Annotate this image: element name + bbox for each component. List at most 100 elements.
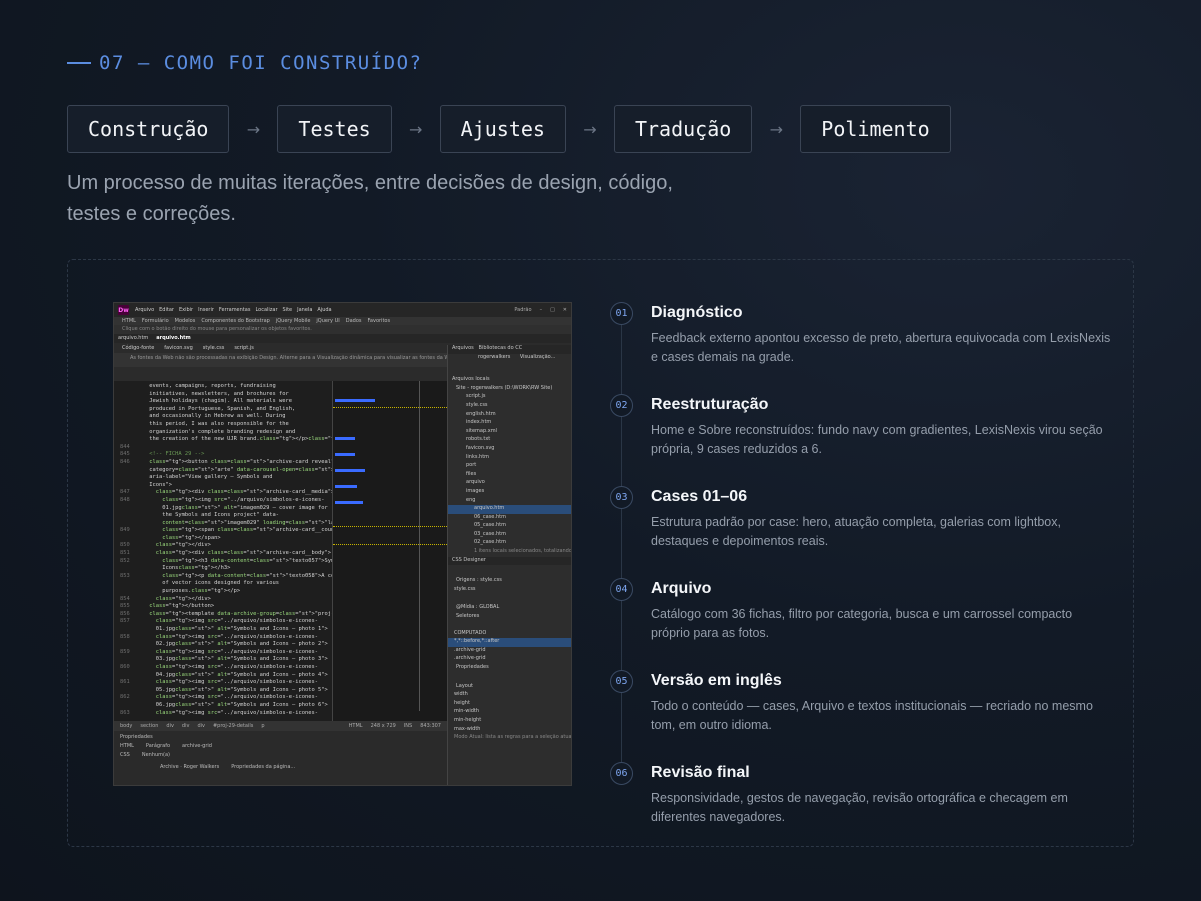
window-controls: Padrão – □ ✕ [514, 307, 567, 313]
intro-text: Um processo de muitas iterações, entre d… [67, 168, 707, 230]
status-size: 248 x 729 [370, 723, 396, 729]
props-format: Parágrafo [145, 743, 171, 749]
css-selectors: Seletores [456, 613, 480, 620]
timeline-description: Catálogo com 36 fichas, filtro por categ… [651, 607, 1073, 640]
css-selected-rule: *,*::before,*::after [448, 638, 571, 647]
arrow-icon: → [246, 119, 261, 139]
css-origins: Origens : style.css [456, 577, 502, 584]
css-prop: width [454, 691, 468, 698]
status-doctype: HTML [348, 723, 363, 729]
step-number-badge: 01 [610, 302, 633, 325]
files-toolbar [448, 362, 571, 376]
properties-panel: Propriedades HTML Parágrafo archive-grid… [114, 731, 447, 785]
design-block [335, 501, 363, 504]
design-divider [419, 381, 420, 711]
file-item: 05_case.htm [474, 522, 506, 529]
step-construcao: Construção [67, 105, 230, 153]
folder-item: port [466, 462, 477, 469]
label-dash [67, 62, 91, 64]
props-html-button: HTML [120, 743, 134, 749]
arrow-icon: → [408, 119, 423, 139]
timeline-title: Arquivo [651, 580, 712, 597]
menu-item: Editar [159, 307, 174, 313]
file-item: index.htm [466, 419, 492, 426]
timeline-description: Responsividade, gestos de navegação, rev… [651, 791, 1068, 824]
folder-item: eng [466, 496, 476, 503]
file-item: script.js [466, 393, 486, 400]
app-menu: Arquivo Editar Exibir Inserir Ferramentas Loc… [135, 307, 337, 313]
insert-tab: Dados [345, 318, 362, 324]
css-prop: height [454, 699, 470, 706]
timeline-title: Cases 01–06 [651, 488, 748, 505]
folder-item: arquivo [466, 479, 485, 486]
dreamweaver-screenshot: Dw Arquivo Editar Exibir Inserir Ferramentas… [113, 302, 572, 786]
file-tab: script.js [234, 345, 254, 351]
status-tag: p [261, 723, 265, 729]
props-page-properties: Propriedades da página... [231, 764, 296, 770]
files-panel: Arquivos Bibliotecas do CC rogerwalkers … [447, 345, 571, 785]
view-select: Visualização... [519, 353, 556, 360]
menu-item: Site [282, 307, 293, 313]
file-item: favicon.svg [466, 444, 495, 451]
css-computed: COMPUTADO [454, 629, 487, 636]
props-css-button: CSS [120, 752, 130, 758]
step-polimento: Polimento [800, 105, 951, 153]
intro-line-2: testes e correções. [67, 203, 236, 225]
css-prop: min-height [454, 716, 482, 723]
step-ajustes: Ajustes [439, 105, 566, 153]
menu-item: Ajuda [317, 307, 332, 313]
design-block [335, 485, 357, 488]
menu-item: Exibir [178, 307, 194, 313]
site-row: rogerwalkers Visualização... [448, 353, 571, 363]
step-number-badge: 04 [610, 578, 633, 601]
code-view: events, campaigns, reports, fundraising … [114, 381, 332, 721]
css-prop: min-width [454, 708, 480, 715]
section-label-text: 07 — COMO FOI CONSTRUÍDO? [99, 52, 423, 74]
section-label: 07 — COMO FOI CONSTRUÍDO? [67, 52, 422, 74]
file-tab: style.css [202, 345, 225, 351]
css-mode-tabs [448, 565, 571, 577]
timeline-description: Estrutura padrão por case: hero, atuação… [651, 515, 1061, 548]
folder-item: files [466, 470, 477, 477]
arrow-icon: → [769, 119, 783, 139]
panel-tab: Bibliotecas do CC [478, 345, 523, 351]
status-tag: body [120, 723, 133, 729]
design-block [335, 469, 365, 472]
intro-line-1: Um processo de muitas iterações, entre d… [67, 172, 673, 194]
props-title: Propriedades [120, 734, 153, 740]
css-media: @Mídia : GLOBAL [456, 604, 500, 611]
step-testes: Testes [277, 105, 392, 153]
file-item: links.htm [466, 453, 490, 460]
timeline-title: Diagnóstico [651, 304, 743, 321]
design-block [335, 399, 375, 402]
insert-tab: Formulário [141, 318, 169, 324]
guide-line [333, 526, 447, 527]
file-item: robots.txt [466, 436, 491, 443]
css-source: style.css [454, 585, 476, 592]
css-prop: max-width [454, 725, 481, 732]
minimize-icon: – [539, 307, 543, 313]
design-block [335, 437, 355, 440]
props-row: Archive · Roger Walkers Propriedades da … [120, 764, 441, 770]
status-tag: div [166, 723, 174, 729]
file-item: english.htm [466, 410, 496, 417]
status-tag: section [140, 723, 159, 729]
css-rule: .archive-grid [454, 646, 486, 653]
css-designer-tab: CSS Designer [448, 556, 571, 566]
status-tag: div [181, 723, 190, 729]
css-layout: Layout [456, 682, 473, 689]
menu-item: Ferramentas [218, 307, 251, 313]
props-row: HTML Parágrafo archive-grid [120, 743, 441, 749]
timeline-line [621, 322, 622, 774]
guide-line [333, 544, 447, 545]
insert-tab: Favoritos [367, 318, 391, 324]
props-id: Nenhum(a) [141, 752, 171, 758]
file-item: 02_case.htm [474, 539, 506, 546]
insert-tabs: HTML Formulário Modelos Componentes do Boot… [114, 317, 571, 325]
timeline-title: Reestruturação [651, 396, 769, 413]
timeline-title: Versão em inglês [651, 672, 782, 689]
tag-selector: body section div div div #proj-29-details p HT… [114, 721, 447, 731]
status-ins: INS [403, 723, 413, 729]
